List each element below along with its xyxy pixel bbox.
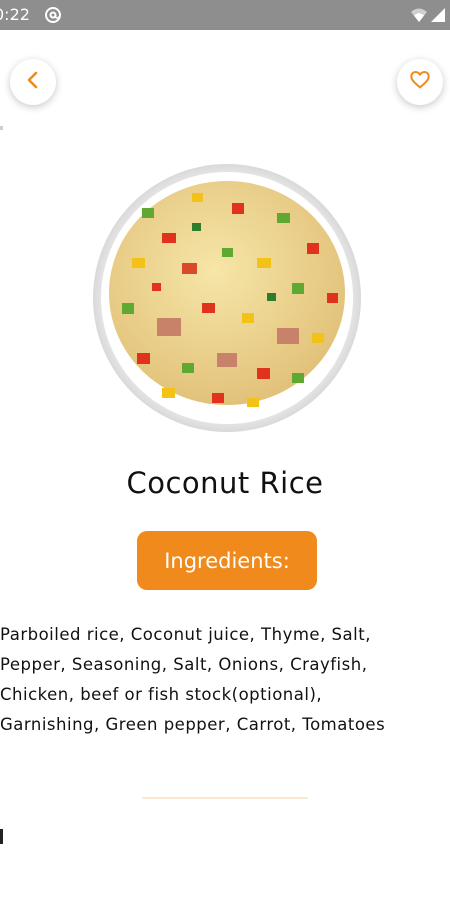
recipe-title: Coconut Rice (126, 466, 324, 500)
status-bar: 0:22 (0, 0, 450, 30)
ingredients-list: Parboiled rice, Coconut juice, Thyme, Sa… (0, 625, 386, 734)
wifi-icon (410, 6, 428, 24)
status-time: 0:22 (0, 5, 30, 24)
signal-icon (430, 7, 446, 23)
favorite-button[interactable] (397, 59, 443, 105)
heart-outline-icon (409, 69, 431, 95)
chevron-left-icon (23, 70, 43, 94)
at-sign-icon (44, 6, 62, 24)
ingredients-button[interactable]: Ingredients: (137, 531, 317, 590)
divider (142, 797, 308, 799)
edge-marker-bottom (0, 829, 3, 844)
edge-marker (0, 126, 3, 130)
back-button[interactable] (10, 59, 56, 105)
dish-image (92, 163, 362, 433)
